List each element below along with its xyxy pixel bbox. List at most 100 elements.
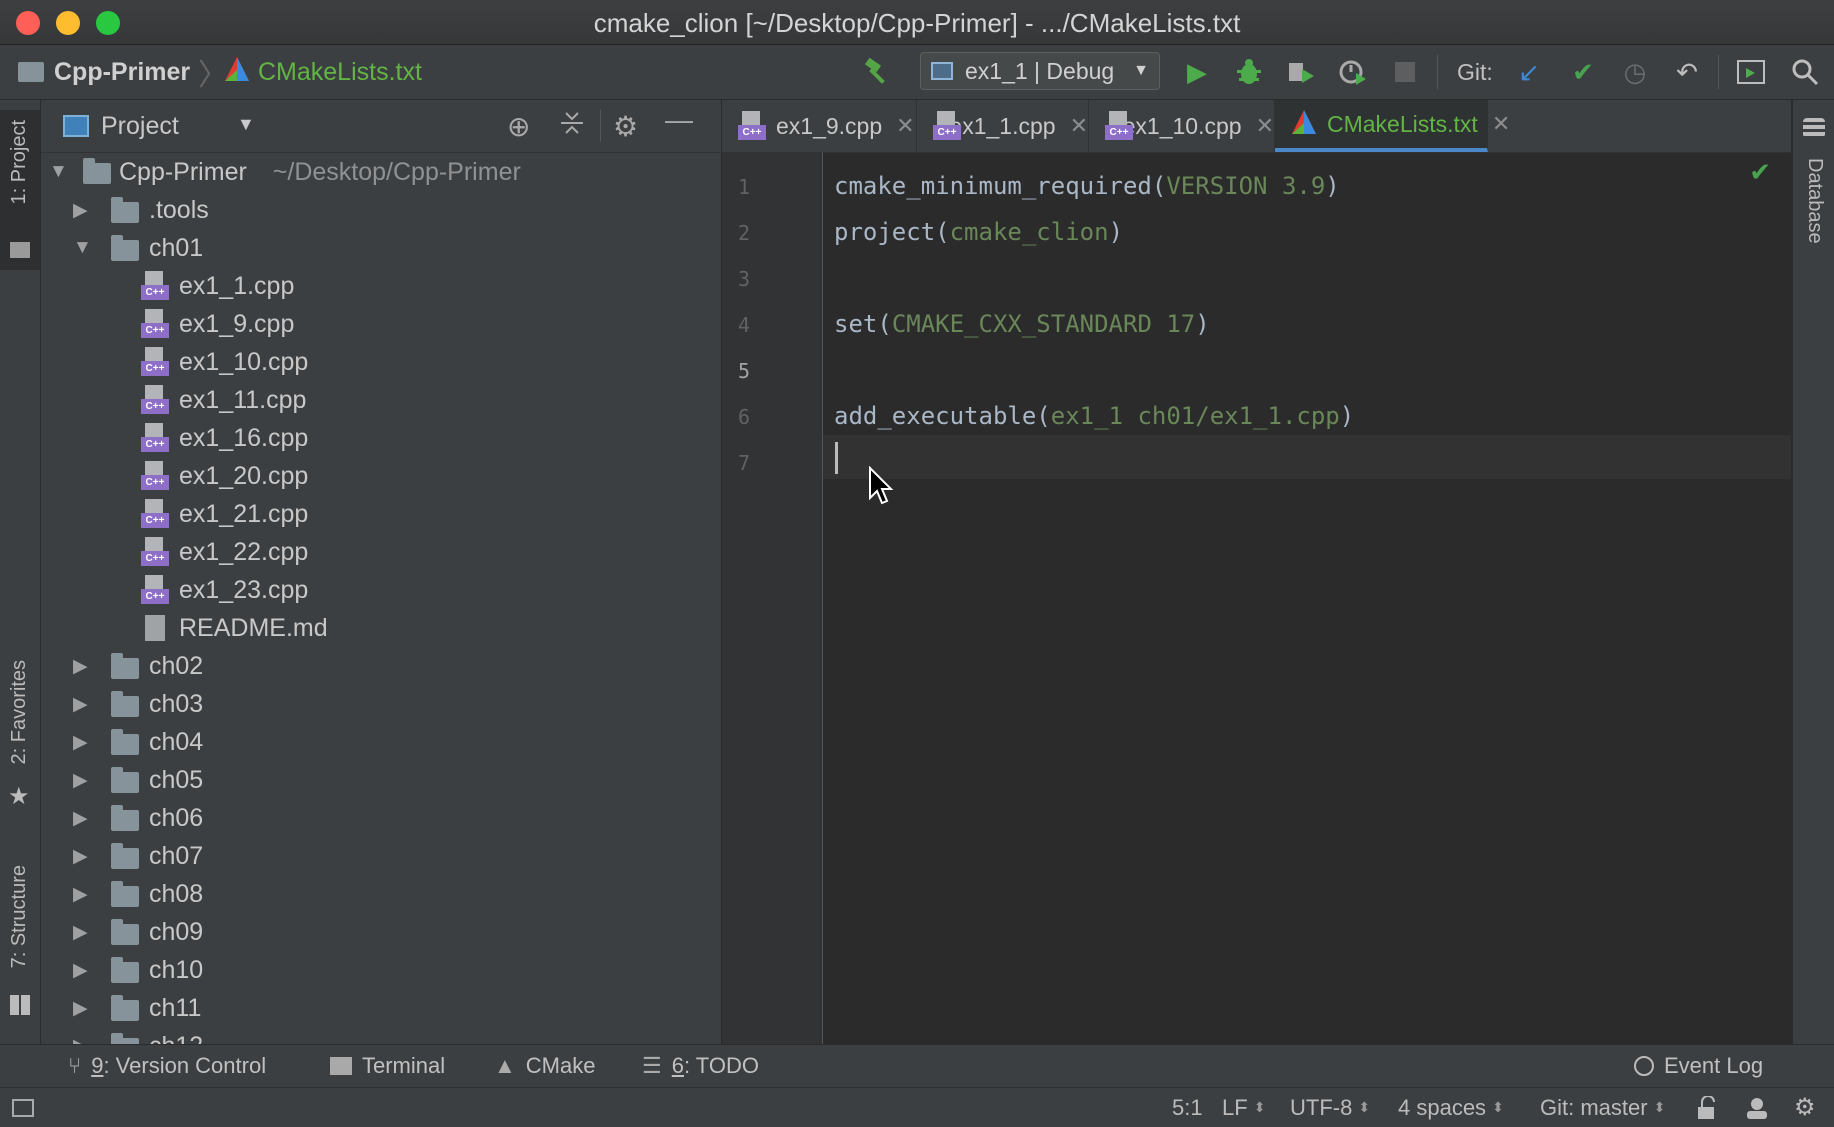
code-line[interactable]: set(CMAKE_CXX_STANDARD 17) [834,310,1210,338]
inspector-icon[interactable] [1744,1088,1770,1127]
tree-folder-item[interactable]: ▶ ch07 [41,837,721,875]
code-command: cmake_minimum_required [834,172,1152,200]
tree-item-label: ex1_9.cpp [179,309,295,338]
tree-folder-item[interactable]: ▶ ch12 [41,1027,721,1044]
line-separator-select[interactable]: LF ⬍ [1222,1088,1265,1127]
close-tab-icon[interactable]: ✕ [1492,111,1510,137]
chevron-right-icon[interactable]: ▶ [73,199,88,222]
chevron-right-icon[interactable]: ▶ [73,807,88,830]
tree-folder-item[interactable]: ▼ ch01 [41,229,721,267]
editor-tab[interactable]: C++ ex1_10.cpp ✕ [1089,100,1275,152]
tree-folder-item[interactable]: ▶ ch11 [41,989,721,1027]
tree-folder-item[interactable]: ▶ ch03 [41,685,721,723]
search-icon[interactable] [1790,57,1820,87]
chevron-right-icon[interactable]: ▶ [73,731,88,754]
code-line[interactable]: cmake_minimum_required(VERSION 3.9) [834,172,1340,200]
run-configuration-select[interactable]: ex1_1 | Debug ▼ [920,52,1160,90]
code-line[interactable]: project(cmake_clion) [834,218,1123,246]
todo-key: 6 [671,1053,684,1078]
tree-file-item[interactable]: C++ ex1_20.cpp [41,457,721,495]
revert-icon[interactable]: ↶ [1672,57,1702,87]
tool-tab-favorites[interactable]: 2: Favorites ★ [0,660,40,810]
chevron-down-icon[interactable]: ▼ [73,237,92,259]
tree-folder-item[interactable]: ▶ ch05 [41,761,721,799]
tree-file-item[interactable]: C++ ex1_10.cpp [41,343,721,381]
folder-icon [111,957,139,983]
tree-folder-item[interactable]: ▶ ch08 [41,875,721,913]
build-hammer-icon[interactable] [862,57,892,87]
chevron-down-icon[interactable]: ▼ [237,114,255,135]
git-history-clock-icon[interactable]: ◷ [1620,57,1650,87]
cpp-file-icon: C++ [141,347,169,377]
breadcrumb-file[interactable]: CMakeLists.txt [224,45,422,99]
cpp-file-icon: C++ [738,111,766,141]
tree-folder-item[interactable]: ▶ ch09 [41,913,721,951]
presentation-mode-icon[interactable] [1736,57,1766,87]
stop-icon[interactable] [1390,57,1420,87]
chevron-right-icon[interactable]: ▶ [73,655,88,678]
gear-icon[interactable]: ⚙ [613,110,638,143]
hide-panel-minus-icon[interactable]: — [665,104,693,136]
indent-select[interactable]: 4 spaces ⬍ [1398,1088,1504,1127]
editor-tab[interactable]: C++ ex1_1.cpp ✕ [917,100,1089,152]
version-control-label: : Version Control [103,1053,267,1078]
breadcrumb-project[interactable]: Cpp-Primer [18,45,190,99]
tree-folder-item[interactable]: ▶ .tools [41,191,721,229]
chevron-right-icon[interactable]: ▶ [73,769,88,792]
chevron-right-icon[interactable]: ▶ [73,997,88,1020]
tree-item-label: ch02 [149,651,204,680]
settings-gear-icon[interactable]: ⚙ [1794,1088,1816,1127]
chevron-right-icon[interactable]: ▶ [73,921,88,944]
git-update-arrow-icon[interactable]: ↙ [1514,57,1544,87]
git-commit-check-icon[interactable]: ✔ [1568,57,1598,87]
editor-tab[interactable]: CMakeLists.txt ✕ [1275,100,1510,152]
tree-item-label: ch03 [149,689,204,718]
tree-file-item[interactable]: C++ ex1_1.cpp [41,267,721,305]
locate-file-crosshair-icon[interactable]: ⊕ [507,110,530,143]
tree-file-item[interactable]: C++ ex1_16.cpp [41,419,721,457]
tool-tab-version-control[interactable]: ⑂ 9: Version Control [68,1045,266,1087]
tool-tab-cmake[interactable]: ▲ CMake [494,1045,595,1087]
tool-tab-todo[interactable]: ☰ 6: TODO [642,1045,759,1087]
run-icon[interactable]: ▶ [1182,57,1212,87]
debug-bug-icon[interactable] [1234,57,1264,87]
tree-folder-item[interactable]: ▶ ch02 [41,647,721,685]
folder-icon [111,653,139,679]
chevron-down-icon[interactable]: ▼ [49,161,68,183]
tool-tab-database[interactable]: Database [1793,110,1834,310]
tree-folder-item[interactable]: ▶ ch06 [41,799,721,837]
caret-position[interactable]: 5:1 [1172,1088,1203,1127]
code-line[interactable]: add_executable(ex1_1 ch01/ex1_1.cpp) [834,402,1354,430]
encoding-select[interactable]: UTF-8 ⬍ [1290,1088,1370,1127]
tool-tab-structure[interactable]: 7: Structure [0,865,40,1025]
git-branch-select[interactable]: Git: master ⬍ [1540,1088,1665,1127]
tree-file-item[interactable]: C++ ex1_21.cpp [41,495,721,533]
chevron-right-icon[interactable]: ▶ [73,883,88,906]
collapse-all-icon[interactable] [559,110,585,143]
chevron-right-icon[interactable]: ▶ [73,845,88,868]
tree-folder-item[interactable]: ▶ ch10 [41,951,721,989]
read-only-lock-icon[interactable] [1696,1088,1718,1127]
editor-tab[interactable]: C++ ex1_9.cpp ✕ [722,100,917,152]
chevron-right-icon[interactable]: ▶ [73,693,88,716]
tool-tab-event-log[interactable]: Event Log [1634,1045,1763,1087]
close-tab-icon[interactable]: ✕ [896,113,914,139]
tree-file-item[interactable]: C++ ex1_11.cpp [41,381,721,419]
tree-root[interactable]: ▼ Cpp-Primer ~/Desktop/Cpp-Primer [41,153,721,191]
tool-tab-terminal[interactable]: Terminal [330,1045,445,1087]
chevron-right-icon[interactable]: ▶ [73,959,88,982]
tree-file-item[interactable]: C++ ex1_23.cpp [41,571,721,609]
project-view-select[interactable]: Project [101,112,179,141]
tree-file-item[interactable]: C++ ex1_22.cpp [41,533,721,571]
toggle-tool-windows-icon[interactable] [12,1088,34,1127]
profiler-icon[interactable] [1338,57,1368,87]
chevron-right-icon[interactable]: ▶ [73,1035,88,1045]
line-separator-label: LF [1222,1094,1248,1120]
tree-folder-item[interactable]: ▶ ch04 [41,723,721,761]
tree-file-item[interactable]: C++ ex1_9.cpp [41,305,721,343]
tool-tab-project[interactable]: 1: Project [0,110,40,270]
close-tab-icon[interactable]: ✕ [1070,113,1088,139]
run-with-coverage-icon[interactable] [1286,57,1316,87]
tree-file-item[interactable]: README.md [41,609,721,647]
close-tab-icon[interactable]: ✕ [1256,113,1274,139]
